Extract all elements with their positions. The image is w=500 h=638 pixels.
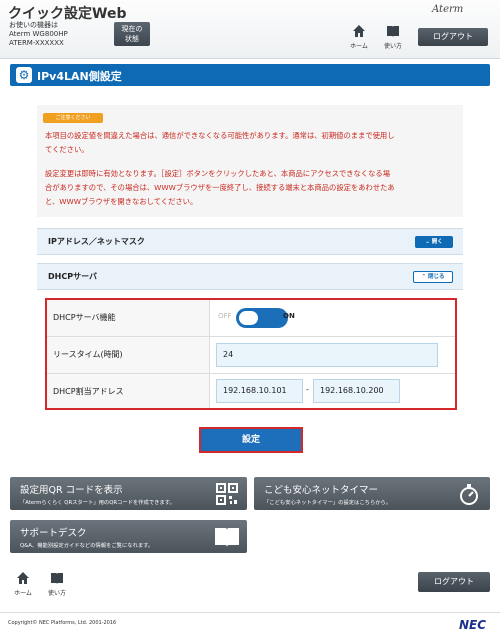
stopwatch-icon <box>460 484 478 505</box>
book-icon <box>51 573 63 584</box>
dhcp-function-row: DHCPサーバ機能 OFF ON <box>47 300 455 337</box>
home-nav[interactable]: ホーム <box>346 24 372 50</box>
close-label: 閉じる <box>428 274 445 280</box>
qr-code-tile[interactable]: 設定用QR コードを表示 「Atermらくらく QRスタート」用のQRコードを作… <box>10 477 247 510</box>
notice-line: 設定変更は即時に有効となります。［設定］ボタンをクリックしたあと、本商品にアクセ… <box>45 169 390 178</box>
kids-tile-title: こども安心ネットタイマー <box>264 485 379 496</box>
dhcp-range-label: DHCP割当アドレス <box>53 387 124 396</box>
dhcp-toggle[interactable] <box>236 308 288 328</box>
kids-tile-subtitle: 「こども安心ネットタイマー」の設定はこちらから。 <box>264 500 392 506</box>
status-button-line-2: 状態 <box>125 35 139 43</box>
help-label: 使い方 <box>383 43 402 50</box>
home-icon <box>17 572 29 584</box>
toggle-off-label: OFF <box>218 312 232 320</box>
support-desk-tile[interactable]: サポートデスク Q&A、機能別設定ガイドなどの情報をご覧になれます。 <box>10 520 247 553</box>
dhcp-section-header[interactable]: DHCPサーバ ⌃ 閉じる <box>37 263 463 290</box>
lease-time-label: リースタイム(時間) <box>53 350 123 359</box>
support-tile-title: サポートデスク <box>20 528 87 539</box>
page-title: IPv4LAN側設定 <box>37 70 122 83</box>
footer-logout-button[interactable]: ログアウト <box>418 572 490 592</box>
nec-logo: NEC <box>459 618 487 632</box>
toggle-on-label: ON <box>283 312 295 320</box>
device-ssid: ATERM-XXXXXX <box>9 39 64 47</box>
qr-tile-subtitle: 「Atermらくらく QRスタート」用のQRコードを作成できます。 <box>20 500 175 506</box>
device-model: Aterm WG800HP <box>9 30 68 38</box>
home-label: ホーム <box>350 43 368 50</box>
footer-help-label: 使い方 <box>47 590 66 597</box>
gear-icon: ⚙ <box>16 67 32 83</box>
kids-timer-tile[interactable]: こども安心ネットタイマー 「こども安心ネットタイマー」の設定はこちらから。 <box>254 477 490 510</box>
book-icon <box>387 26 399 37</box>
dhcp-section-title: DHCPサーバ <box>48 272 97 281</box>
range-end-input[interactable]: 192.168.10.200 <box>313 379 400 403</box>
app-title: クイック設定Web <box>8 6 127 22</box>
ip-section-open-button[interactable]: ⌄ 開く <box>415 236 453 248</box>
lease-time-row: リースタイム(時間) 24 <box>47 337 455 374</box>
notice-line: と、WWWブラウザを開きなおしてください。 <box>45 197 198 206</box>
range-start-input[interactable]: 192.168.10.101 <box>216 379 303 403</box>
brand-logo: Aterm <box>432 4 464 15</box>
lease-time-input[interactable]: 24 <box>216 343 438 367</box>
device-info: お使いの機器は Aterm WG800HP ATERM-XXXXXX <box>9 21 68 48</box>
dhcp-section-close-button[interactable]: ⌃ 閉じる <box>413 271 453 283</box>
open-label: 開く <box>431 239 443 245</box>
notice-line: 本項目の設定値を間違えた場合は、通信ができなくなる可能性があります。通常は、初期… <box>45 131 395 140</box>
dhcp-range-row: DHCP割当アドレス 192.168.10.101 - 192.168.10.2… <box>47 374 455 408</box>
device-line-1: お使いの機器は <box>9 21 58 29</box>
row-label-cell: DHCPサーバ機能 <box>47 300 210 336</box>
submit-button[interactable]: 設定 <box>199 427 303 453</box>
notice-badge: ご注意ください <box>43 113 103 123</box>
row-label-cell: リースタイム(時間) <box>47 337 210 373</box>
notice-line: 合がありますので、その場合は、WWWブラウザを一度終了し、接続する端末と本商品の… <box>45 183 395 192</box>
dhcp-function-label: DHCPサーバ機能 <box>53 313 116 322</box>
toggle-knob <box>239 311 258 325</box>
range-separator: - <box>306 385 309 394</box>
footer-home-label: ホーム <box>14 590 32 597</box>
footer-divider <box>0 612 500 613</box>
footer-home-nav[interactable]: ホーム <box>10 571 36 597</box>
home-icon <box>353 25 365 37</box>
ip-address-section-header[interactable]: IPアドレス／ネットマスク ⌄ 開く <box>37 228 463 255</box>
help-nav[interactable]: 使い方 <box>380 24 406 50</box>
page-title-bar: ⚙ IPv4LAN側設定 <box>10 64 490 86</box>
dhcp-settings-table: DHCPサーバ機能 OFF ON リースタイム(時間) 24 DHCP割当アドレ… <box>45 298 457 410</box>
row-label-cell: DHCP割当アドレス <box>47 374 210 408</box>
qr-code-icon <box>216 483 238 505</box>
notice-line: てください。 <box>45 145 89 154</box>
ip-section-title: IPアドレス／ネットマスク <box>48 237 145 246</box>
book-icon <box>215 528 239 547</box>
copyright: Copyright© NEC Platforms, Ltd. 2001-2016 <box>8 620 117 626</box>
support-tile-subtitle: Q&A、機能別設定ガイドなどの情報をご覧になれます。 <box>20 543 154 549</box>
status-button-line-1: 現在の <box>121 25 143 33</box>
current-status-button[interactable]: 現在の 状態 <box>114 22 150 46</box>
footer-help-nav[interactable]: 使い方 <box>44 571 70 597</box>
qr-tile-title: 設定用QR コードを表示 <box>20 485 123 496</box>
logout-button[interactable]: ログアウト <box>418 28 488 46</box>
